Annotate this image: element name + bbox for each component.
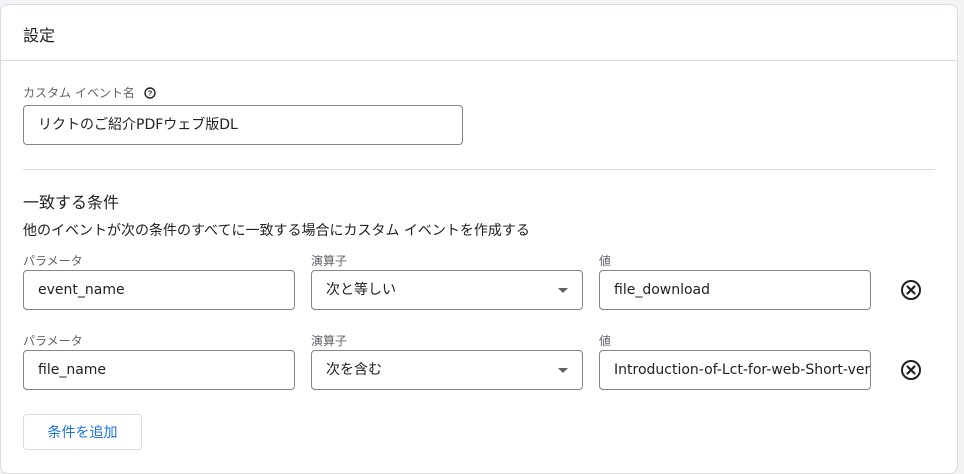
- operator-value: 次と等しい: [326, 282, 396, 298]
- operator-value: 次を含む: [326, 362, 382, 378]
- chevron-down-icon: [558, 288, 568, 293]
- value-label: 値: [599, 254, 612, 268]
- custom-event-name-input[interactable]: リクトのご紹介PDFウェブ版DL: [23, 105, 463, 145]
- settings-card: 設定 カスタム イベント名 ? リクトのご紹介PDFウェブ版DL 一致する条件 …: [0, 4, 958, 474]
- value-input[interactable]: file_download: [599, 270, 871, 310]
- operator-select[interactable]: 次と等しい: [311, 270, 583, 310]
- close-circle-icon[interactable]: [899, 278, 923, 302]
- page-title: 設定: [23, 26, 56, 45]
- chevron-down-icon: [558, 368, 568, 373]
- parameter-label: パラメータ: [23, 254, 83, 268]
- close-circle-icon[interactable]: [899, 358, 923, 382]
- operator-label: 演算子: [311, 334, 348, 348]
- section-divider: [23, 169, 935, 170]
- value-label: 値: [599, 334, 612, 348]
- conditions-title: 一致する条件: [23, 193, 120, 212]
- parameter-input[interactable]: event_name: [23, 270, 295, 310]
- card-header: 設定: [1, 5, 957, 61]
- svg-text:?: ?: [148, 89, 153, 98]
- parameter-input[interactable]: file_name: [23, 350, 295, 390]
- help-circle-icon[interactable]: ?: [144, 87, 156, 99]
- operator-label: 演算子: [311, 254, 348, 268]
- value-input[interactable]: Introduction-of-Lct-for-web-Short-vers: [599, 350, 871, 390]
- add-condition-button[interactable]: 条件を追加: [23, 414, 142, 450]
- custom-event-name-label: カスタム イベント名: [23, 86, 135, 100]
- operator-select[interactable]: 次を含む: [311, 350, 583, 390]
- conditions-description: 他のイベントが次の条件のすべてに一致する場合にカスタム イベントを作成する: [23, 223, 530, 239]
- parameter-label: パラメータ: [23, 334, 83, 348]
